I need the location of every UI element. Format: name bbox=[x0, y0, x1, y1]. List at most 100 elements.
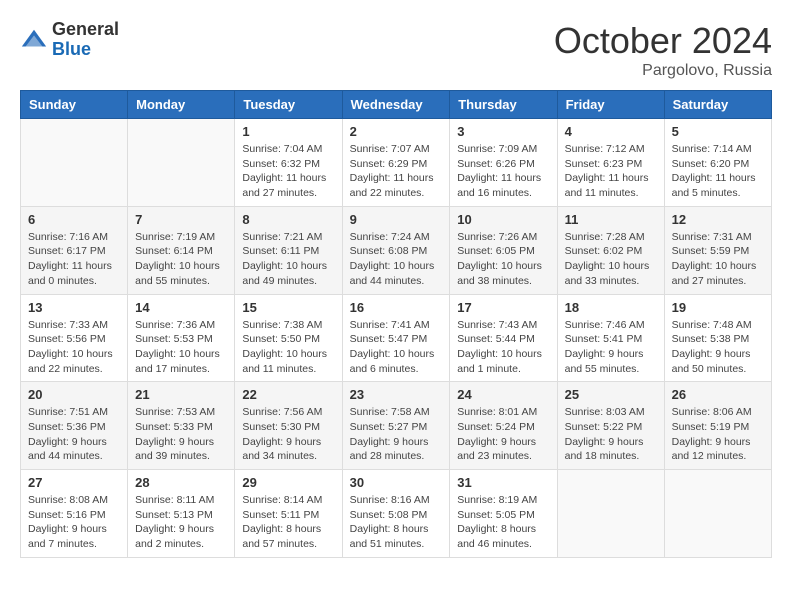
day-info: Sunrise: 7:38 AMSunset: 5:50 PMDaylight:… bbox=[242, 318, 334, 377]
day-cell: 29Sunrise: 8:14 AMSunset: 5:11 PMDayligh… bbox=[235, 470, 342, 558]
day-number: 26 bbox=[672, 387, 764, 402]
header-tuesday: Tuesday bbox=[235, 91, 342, 119]
day-number: 8 bbox=[242, 212, 334, 227]
day-info: Sunrise: 8:11 AMSunset: 5:13 PMDaylight:… bbox=[135, 493, 227, 552]
day-info: Sunrise: 8:08 AMSunset: 5:16 PMDaylight:… bbox=[28, 493, 120, 552]
day-cell: 8 Sunrise: 7:21 AMSunset: 6:11 PMDaylight… bbox=[235, 206, 342, 294]
title-block: October 2024 Pargolovo, Russia bbox=[554, 20, 772, 80]
day-number: 2 bbox=[350, 124, 443, 139]
day-info: Sunrise: 7:28 AMSunset: 6:02 PMDaylight:… bbox=[565, 230, 657, 289]
day-cell: 19Sunrise: 7:48 AMSunset: 5:38 PMDayligh… bbox=[664, 294, 771, 382]
day-number: 25 bbox=[565, 387, 657, 402]
day-info: Sunrise: 7:07 AMSunset: 6:29 PMDaylight:… bbox=[350, 142, 443, 201]
day-info: Sunrise: 7:56 AMSunset: 5:30 PMDaylight:… bbox=[242, 405, 334, 464]
day-cell: 26Sunrise: 8:06 AMSunset: 5:19 PMDayligh… bbox=[664, 382, 771, 470]
header-monday: Monday bbox=[128, 91, 235, 119]
day-cell: 15 Sunrise: 7:38 AMSunset: 5:50 PMDayligh… bbox=[235, 294, 342, 382]
day-info: Sunrise: 7:14 AMSunset: 6:20 PMDaylight:… bbox=[672, 142, 764, 201]
day-cell bbox=[557, 470, 664, 558]
week-row-1: 6 Sunrise: 7:16 AMSunset: 6:17 PMDaylight… bbox=[21, 206, 772, 294]
day-cell: 23 Sunrise: 7:58 AMSunset: 5:27 PMDayligh… bbox=[342, 382, 450, 470]
logo-blue: Blue bbox=[52, 40, 119, 60]
day-info: Sunrise: 7:46 AMSunset: 5:41 PMDaylight:… bbox=[565, 318, 657, 377]
day-cell: 16Sunrise: 7:41 AMSunset: 5:47 PMDayligh… bbox=[342, 294, 450, 382]
day-number: 13 bbox=[28, 300, 120, 315]
day-info: Sunrise: 7:48 AMSunset: 5:38 PMDaylight:… bbox=[672, 318, 764, 377]
page-header: General Blue October 2024 Pargolovo, Rus… bbox=[20, 20, 772, 80]
header-friday: Friday bbox=[557, 91, 664, 119]
header-saturday: Saturday bbox=[664, 91, 771, 119]
day-number: 22 bbox=[242, 387, 334, 402]
day-info: Sunrise: 7:58 AMSunset: 5:27 PMDaylight:… bbox=[350, 405, 443, 464]
day-cell bbox=[21, 119, 128, 207]
week-row-3: 20Sunrise: 7:51 AMSunset: 5:36 PMDayligh… bbox=[21, 382, 772, 470]
header-wednesday: Wednesday bbox=[342, 91, 450, 119]
day-number: 6 bbox=[28, 212, 120, 227]
week-row-2: 13 Sunrise: 7:33 AMSunset: 5:56 PMDayligh… bbox=[21, 294, 772, 382]
day-number: 12 bbox=[672, 212, 764, 227]
day-info: Sunrise: 7:31 AMSunset: 5:59 PMDaylight:… bbox=[672, 230, 764, 289]
day-cell: 30 Sunrise: 8:16 AMSunset: 5:08 PMDayligh… bbox=[342, 470, 450, 558]
day-info: Sunrise: 7:33 AMSunset: 5:56 PMDaylight:… bbox=[28, 318, 120, 377]
day-number: 30 bbox=[350, 475, 443, 490]
day-number: 11 bbox=[565, 212, 657, 227]
day-cell: 2 Sunrise: 7:07 AMSunset: 6:29 PMDaylight… bbox=[342, 119, 450, 207]
day-cell: 25 Sunrise: 8:03 AMSunset: 5:22 PMDayligh… bbox=[557, 382, 664, 470]
day-number: 21 bbox=[135, 387, 227, 402]
day-cell: 4Sunrise: 7:12 AMSunset: 6:23 PMDaylight… bbox=[557, 119, 664, 207]
day-info: Sunrise: 7:53 AMSunset: 5:33 PMDaylight:… bbox=[135, 405, 227, 464]
logo-text: General Blue bbox=[52, 20, 119, 60]
day-info: Sunrise: 7:26 AMSunset: 6:05 PMDaylight:… bbox=[457, 230, 549, 289]
day-number: 24 bbox=[457, 387, 549, 402]
day-cell: 1 Sunrise: 7:04 AMSunset: 6:32 PMDaylight… bbox=[235, 119, 342, 207]
day-cell: 7 Sunrise: 7:19 AMSunset: 6:14 PMDaylight… bbox=[128, 206, 235, 294]
day-cell: 20Sunrise: 7:51 AMSunset: 5:36 PMDayligh… bbox=[21, 382, 128, 470]
day-info: Sunrise: 7:16 AMSunset: 6:17 PMDaylight:… bbox=[28, 230, 120, 289]
day-number: 14 bbox=[135, 300, 227, 315]
day-info: Sunrise: 7:09 AMSunset: 6:26 PMDaylight:… bbox=[457, 142, 549, 201]
day-number: 23 bbox=[350, 387, 443, 402]
day-cell: 28 Sunrise: 8:11 AMSunset: 5:13 PMDayligh… bbox=[128, 470, 235, 558]
day-cell: 31 Sunrise: 8:19 AMSunset: 5:05 PMDayligh… bbox=[450, 470, 557, 558]
location: Pargolovo, Russia bbox=[554, 62, 772, 80]
day-cell: 5 Sunrise: 7:14 AMSunset: 6:20 PMDaylight… bbox=[664, 119, 771, 207]
day-cell: 10Sunrise: 7:26 AMSunset: 6:05 PMDayligh… bbox=[450, 206, 557, 294]
header-thursday: Thursday bbox=[450, 91, 557, 119]
day-cell bbox=[664, 470, 771, 558]
day-number: 3 bbox=[457, 124, 549, 139]
logo: General Blue bbox=[20, 20, 119, 60]
day-cell bbox=[128, 119, 235, 207]
day-number: 15 bbox=[242, 300, 334, 315]
day-number: 18 bbox=[565, 300, 657, 315]
week-row-0: 1 Sunrise: 7:04 AMSunset: 6:32 PMDaylight… bbox=[21, 119, 772, 207]
day-number: 7 bbox=[135, 212, 227, 227]
day-number: 29 bbox=[242, 475, 334, 490]
day-number: 27 bbox=[28, 475, 120, 490]
day-info: Sunrise: 7:19 AMSunset: 6:14 PMDaylight:… bbox=[135, 230, 227, 289]
day-info: Sunrise: 8:03 AMSunset: 5:22 PMDaylight:… bbox=[565, 405, 657, 464]
day-cell: 13 Sunrise: 7:33 AMSunset: 5:56 PMDayligh… bbox=[21, 294, 128, 382]
day-number: 31 bbox=[457, 475, 549, 490]
header-row: SundayMondayTuesdayWednesdayThursdayFrid… bbox=[21, 91, 772, 119]
day-info: Sunrise: 7:21 AMSunset: 6:11 PMDaylight:… bbox=[242, 230, 334, 289]
day-number: 1 bbox=[242, 124, 334, 139]
day-number: 5 bbox=[672, 124, 764, 139]
day-cell: 21 Sunrise: 7:53 AMSunset: 5:33 PMDayligh… bbox=[128, 382, 235, 470]
day-cell: 11 Sunrise: 7:28 AMSunset: 6:02 PMDayligh… bbox=[557, 206, 664, 294]
day-cell: 18 Sunrise: 7:46 AMSunset: 5:41 PMDayligh… bbox=[557, 294, 664, 382]
day-cell: 6 Sunrise: 7:16 AMSunset: 6:17 PMDaylight… bbox=[21, 206, 128, 294]
day-info: Sunrise: 8:19 AMSunset: 5:05 PMDaylight:… bbox=[457, 493, 549, 552]
day-cell: 14 Sunrise: 7:36 AMSunset: 5:53 PMDayligh… bbox=[128, 294, 235, 382]
day-cell: 22 Sunrise: 7:56 AMSunset: 5:30 PMDayligh… bbox=[235, 382, 342, 470]
day-number: 20 bbox=[28, 387, 120, 402]
day-info: Sunrise: 8:16 AMSunset: 5:08 PMDaylight:… bbox=[350, 493, 443, 552]
day-cell: 17Sunrise: 7:43 AMSunset: 5:44 PMDayligh… bbox=[450, 294, 557, 382]
day-cell: 12 Sunrise: 7:31 AMSunset: 5:59 PMDayligh… bbox=[664, 206, 771, 294]
day-info: Sunrise: 7:24 AMSunset: 6:08 PMDaylight:… bbox=[350, 230, 443, 289]
day-number: 28 bbox=[135, 475, 227, 490]
day-info: Sunrise: 7:41 AMSunset: 5:47 PMDaylight:… bbox=[350, 318, 443, 377]
day-cell: 3 Sunrise: 7:09 AMSunset: 6:26 PMDaylight… bbox=[450, 119, 557, 207]
day-info: Sunrise: 7:36 AMSunset: 5:53 PMDaylight:… bbox=[135, 318, 227, 377]
logo-general: General bbox=[52, 20, 119, 40]
day-info: Sunrise: 7:04 AMSunset: 6:32 PMDaylight:… bbox=[242, 142, 334, 201]
